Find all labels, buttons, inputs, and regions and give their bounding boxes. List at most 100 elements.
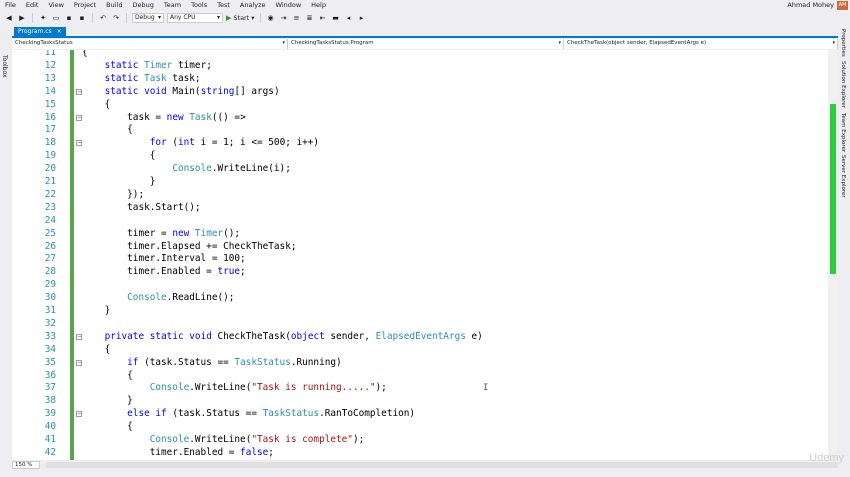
member-dropdown[interactable]: CheckTheTask(object sender, ElapsedEvent…: [564, 39, 838, 49]
horizontal-scrollbar[interactable]: [46, 461, 838, 468]
code-line[interactable]: 25 timer = new Timer();: [12, 228, 828, 241]
code-line[interactable]: 17 {: [12, 124, 828, 137]
code-line[interactable]: 40 {: [12, 421, 828, 434]
code-line[interactable]: 33 private static void CheckTheTask(obje…: [12, 331, 828, 344]
code-line[interactable]: 38 }: [12, 395, 828, 408]
line-number: 39: [44, 408, 56, 420]
uncomment-icon[interactable]: ≣: [305, 13, 315, 23]
line-number: 41: [44, 434, 56, 445]
bookmark-prev-icon[interactable]: ◂: [344, 13, 354, 23]
code-text: static void Main(string[] args): [104, 85, 280, 97]
menu-item-team[interactable]: Team: [159, 0, 186, 11]
properties-tab[interactable]: Properties: [840, 29, 846, 57]
team-explorer-tab[interactable]: Team Explorer: [840, 113, 846, 152]
code-line[interactable]: 30 Console.ReadLine();: [12, 292, 828, 305]
user-name[interactable]: Ahmad Mohey: [787, 0, 834, 11]
server-explorer-tab[interactable]: Server Explorer: [840, 155, 846, 198]
code-line[interactable]: 14 static void Main(string[] args): [12, 86, 828, 99]
menu-item-help[interactable]: Help: [306, 0, 331, 11]
collapse-icon[interactable]: −: [76, 88, 82, 95]
bookmark-next-icon[interactable]: ▸: [357, 13, 367, 23]
code-line[interactable]: 36 {: [12, 370, 828, 383]
menu-item-test[interactable]: Test: [212, 0, 235, 11]
code-line[interactable]: 24: [12, 215, 828, 228]
code-line[interactable]: 28 timer.Enabled = true;: [12, 266, 828, 279]
menu-item-debug[interactable]: Debug: [128, 0, 159, 11]
step-icon[interactable]: ⇥: [279, 13, 289, 23]
code-text: {: [82, 343, 111, 355]
code-editor[interactable]: 11{12 static Timer timer; 13 static Task …: [12, 50, 828, 460]
line-number: 42: [44, 446, 56, 458]
code-line[interactable]: 32: [12, 318, 828, 331]
indent-icon[interactable]: ⇤: [318, 13, 328, 23]
code-line[interactable]: 21 }: [12, 176, 828, 189]
toolbox-tab[interactable]: Toolbox: [1, 55, 8, 78]
code-line[interactable]: 26 timer.Elapsed += CheckTheTask;: [12, 241, 828, 254]
project-dropdown[interactable]: CheckingTasksStatus: [12, 39, 288, 49]
bookmark-icon[interactable]: ▬: [331, 13, 341, 23]
code-line[interactable]: 35 if (task.Status == TaskStatus.Running…: [12, 357, 828, 370]
collapse-icon[interactable]: −: [76, 411, 82, 418]
menu-item-analyze[interactable]: Analyze: [235, 0, 271, 11]
new-project-icon[interactable]: ✦: [38, 13, 48, 23]
menu-item-project[interactable]: Project: [69, 0, 101, 11]
menu-item-build[interactable]: Build: [101, 0, 127, 11]
code-line[interactable]: 42 timer.Enabled = false;: [12, 447, 828, 460]
code-line[interactable]: 34 {: [12, 344, 828, 357]
collapse-icon[interactable]: −: [76, 359, 82, 366]
redo-icon[interactable]: ↷: [111, 13, 121, 23]
class-dropdown[interactable]: CheckingTasksStatus.Program: [288, 39, 564, 49]
menu-item-view[interactable]: View: [43, 0, 68, 11]
code-line[interactable]: 39 else if (task.Status == TaskStatus.Ra…: [12, 408, 828, 421]
code-text: Console.ReadLine();: [127, 292, 235, 304]
solution-explorer-tab[interactable]: Solution Explorer: [840, 61, 846, 108]
line-number: 12: [44, 59, 56, 71]
close-icon[interactable]: ×: [57, 27, 62, 36]
code-line[interactable]: 13 static Task task;: [12, 73, 828, 86]
back-icon[interactable]: ◀: [4, 13, 14, 23]
code-line[interactable]: 16 task = new Task(() =>: [12, 112, 828, 125]
open-file-icon[interactable]: ▭: [51, 13, 61, 23]
code-text: {: [82, 98, 111, 110]
scrollbar-thumb[interactable]: [830, 104, 836, 274]
code-text: Console.WriteLine(i);: [172, 163, 291, 175]
code-line[interactable]: 18 for (int i = 1; i <= 500; i++): [12, 137, 828, 150]
code-line[interactable]: 11 {: [12, 50, 828, 60]
code-line[interactable]: 31 }: [12, 305, 828, 318]
code-line[interactable]: 23 task.Start();: [12, 202, 828, 215]
code-line[interactable]: 22 });: [12, 189, 828, 202]
collapse-icon[interactable]: −: [76, 333, 82, 340]
menu-item-file[interactable]: File: [0, 0, 21, 11]
code-text: timer = new Timer();: [82, 227, 241, 239]
collapse-icon[interactable]: −: [76, 114, 82, 121]
line-number: 21: [44, 176, 56, 187]
code-line[interactable]: 15 {: [12, 99, 828, 112]
collapse-icon[interactable]: −: [76, 140, 82, 147]
code-line[interactable]: 29: [12, 279, 828, 292]
zoom-select[interactable]: 150 %: [12, 460, 40, 469]
avatar[interactable]: AM: [837, 1, 848, 10]
breakpoint-icon[interactable]: ◉: [266, 13, 276, 23]
code-line[interactable]: 20 Console.WriteLine(i);: [12, 163, 828, 176]
save-all-icon[interactable]: ▪: [77, 13, 87, 23]
undo-icon[interactable]: ↶: [98, 13, 108, 23]
start-button[interactable]: ▶ Start ▾: [226, 14, 255, 22]
menu-item-edit[interactable]: Edit: [21, 0, 44, 11]
forward-icon[interactable]: ▶: [17, 13, 27, 23]
platform-select[interactable]: Any CPU ▾: [167, 13, 223, 23]
configuration-select[interactable]: Debug ▾: [132, 13, 164, 23]
code-text: timer.Enabled = true;: [82, 266, 246, 278]
menu-item-window[interactable]: Window: [271, 0, 307, 11]
comment-icon[interactable]: ≡: [292, 13, 302, 23]
line-number: 30: [44, 292, 56, 304]
vertical-scrollbar[interactable]: [828, 50, 838, 460]
tab-program-cs[interactable]: Program.cs ×: [14, 27, 66, 36]
code-line[interactable]: 41 Console.WriteLine("Task is complete")…: [12, 434, 828, 447]
save-icon[interactable]: ▪: [64, 13, 74, 23]
code-line[interactable]: 27 timer.Interval = 100;: [12, 253, 828, 266]
code-line[interactable]: 12 static Timer timer;: [12, 60, 828, 73]
menu-item-tools[interactable]: Tools: [186, 0, 212, 11]
code-line[interactable]: 37 Console.WriteLine("Task is running...…: [12, 382, 828, 395]
line-number: 28: [44, 266, 56, 278]
code-line[interactable]: 19 {: [12, 150, 828, 163]
